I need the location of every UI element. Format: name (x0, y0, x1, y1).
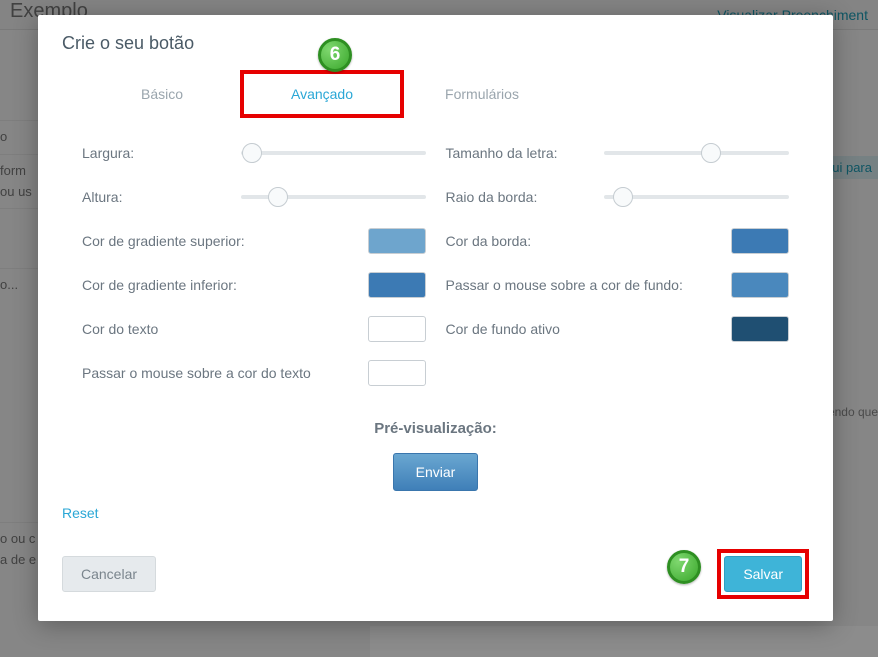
hover-text-color-row: Passar o mouse sobre a cor do texto (82, 360, 426, 386)
right-column: Tamanho da letra: Raio da borda: Cor da … (446, 140, 790, 404)
active-bg-row: Cor de fundo ativo (446, 316, 790, 342)
grad-top-label: Cor de gradiente superior: (82, 233, 368, 249)
border-radius-label: Raio da borda: (446, 189, 605, 205)
hover-text-color-swatch[interactable] (368, 360, 426, 386)
tab-advanced-label: Avançado (291, 86, 353, 102)
hover-bg-swatch[interactable] (731, 272, 789, 298)
height-slider[interactable] (241, 186, 426, 208)
border-color-swatch[interactable] (731, 228, 789, 254)
border-radius-row: Raio da borda: (446, 184, 790, 210)
width-label: Largura: (82, 145, 241, 161)
tab-forms[interactable]: Formulários (402, 72, 562, 116)
slider-track (241, 151, 426, 155)
hover-text-color-label: Passar o mouse sobre a cor do texto (82, 365, 368, 381)
slider-thumb[interactable] (242, 143, 262, 163)
form-area: Largura: Altura: Cor de gradiente superi… (62, 140, 809, 404)
preview-block: Pré-visualização: Enviar Reset (62, 420, 809, 521)
text-color-label: Cor do texto (82, 321, 368, 337)
height-row: Altura: (82, 184, 426, 210)
preview-title: Pré-visualização: (62, 420, 809, 437)
grad-bottom-row: Cor de gradiente inferior: (82, 272, 426, 298)
tabs: Básico Avançado Formulários (82, 72, 789, 116)
button-builder-modal: 6 Crie o seu botão Básico Avançado Formu… (38, 15, 833, 621)
width-row: Largura: (82, 140, 426, 166)
tab-advanced[interactable]: Avançado (242, 72, 402, 116)
modal-title: Crie o seu botão (62, 33, 809, 54)
text-color-row: Cor do texto (82, 316, 426, 342)
save-highlight: Salvar (717, 549, 809, 599)
active-bg-label: Cor de fundo ativo (446, 321, 732, 337)
step-badge-6: 6 (318, 38, 352, 72)
border-radius-slider[interactable] (604, 186, 789, 208)
font-size-slider[interactable] (604, 142, 789, 164)
left-column: Largura: Altura: Cor de gradiente superi… (82, 140, 426, 404)
slider-thumb[interactable] (701, 143, 721, 163)
preview-button[interactable]: Enviar (393, 453, 479, 491)
height-label: Altura: (82, 189, 241, 205)
slider-thumb[interactable] (268, 187, 288, 207)
slider-thumb[interactable] (613, 187, 633, 207)
grad-top-swatch[interactable] (368, 228, 426, 254)
active-bg-swatch[interactable] (731, 316, 789, 342)
modal-footer: Cancelar 7 Salvar (62, 549, 809, 599)
tab-basic[interactable]: Básico (82, 72, 242, 116)
step-badge-7: 7 (667, 550, 701, 584)
save-button[interactable]: Salvar (724, 556, 802, 592)
font-size-label: Tamanho da letra: (446, 145, 605, 161)
border-color-row: Cor da borda: (446, 228, 790, 254)
border-color-label: Cor da borda: (446, 233, 732, 249)
reset-link[interactable]: Reset (62, 505, 99, 521)
hover-bg-label: Passar o mouse sobre a cor de fundo: (446, 277, 732, 293)
grad-top-row: Cor de gradiente superior: (82, 228, 426, 254)
font-size-row: Tamanho da letra: (446, 140, 790, 166)
text-color-swatch[interactable] (368, 316, 426, 342)
cancel-button[interactable]: Cancelar (62, 556, 156, 592)
grad-bottom-swatch[interactable] (368, 272, 426, 298)
slider-track (604, 151, 789, 155)
hover-bg-row: Passar o mouse sobre a cor de fundo: (446, 272, 790, 298)
grad-bottom-label: Cor de gradiente inferior: (82, 277, 368, 293)
width-slider[interactable] (241, 142, 426, 164)
